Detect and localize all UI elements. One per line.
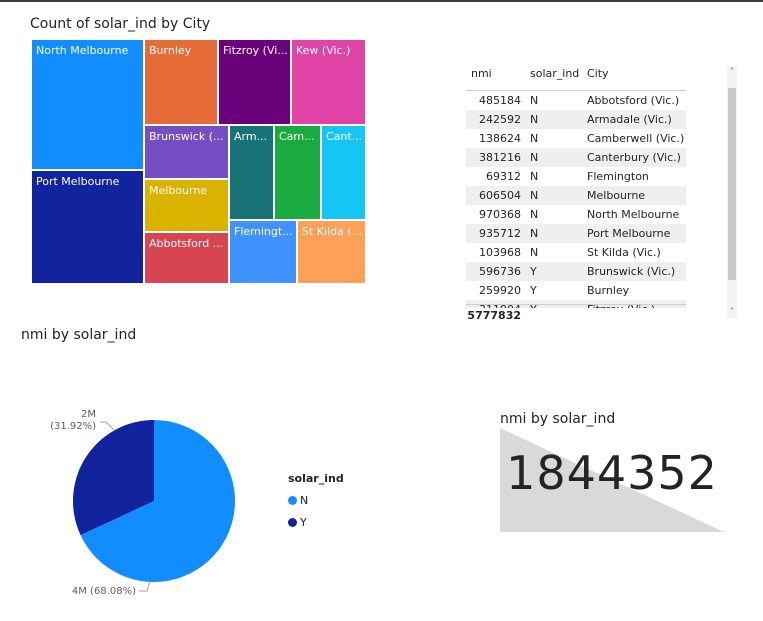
scroll-up-icon[interactable]: ˄	[727, 66, 737, 78]
table-row[interactable]: 69312 N Flemington	[466, 167, 686, 186]
table-row[interactable]: 381216 N Canterbury (Vic.)	[466, 148, 686, 167]
legend-label-y: Y	[300, 515, 307, 529]
kpi-card[interactable]: 1844352	[500, 428, 724, 532]
treemap-tile[interactable]: Kew (Vic.)	[291, 39, 366, 125]
cell-solar-ind: N	[530, 246, 539, 259]
table-row[interactable]: 596736 Y Brunswick (Vic.)	[466, 262, 686, 281]
table-row[interactable]: 606504 N Melbourne	[466, 186, 686, 205]
table-row[interactable]: 485184 N Abbotsford (Vic.)	[466, 91, 686, 110]
pie-legend: solar_ind N Y	[288, 472, 344, 533]
data-table[interactable]: nmi solar_ind City 485184 N Abbotsford (Vi…	[466, 60, 686, 326]
cell-city: Melbourne	[587, 189, 646, 202]
cell-city: St Kilda (Vic.)	[587, 246, 661, 259]
pie-data-label-y: 2M (31.92%)	[50, 409, 96, 432]
pie-leader-line-n	[139, 580, 151, 592]
table-scrollbar[interactable]: ˄ ˅	[727, 66, 737, 318]
cell-solar-ind: N	[530, 151, 539, 164]
cell-city: Brunswick (Vic.)	[587, 265, 676, 278]
cell-solar-ind: Y	[530, 265, 537, 278]
legend-item-y[interactable]: Y	[288, 511, 344, 533]
legend-dot-n-icon	[288, 495, 297, 505]
cell-nmi: 259920	[479, 284, 521, 297]
treemap-tile[interactable]: Brunswick (...	[144, 125, 229, 179]
treemap-tile[interactable]: Abbotsford ...	[144, 232, 229, 284]
column-header-nmi[interactable]: nmi	[471, 67, 492, 80]
table-row[interactable]: 259920 Y Burnley	[466, 281, 686, 300]
pie-chart-title: nmi by solar_ind	[21, 327, 137, 343]
cell-nmi: 381216	[479, 151, 521, 164]
cell-nmi: 242592	[479, 113, 521, 126]
treemap-tile[interactable]: Port Melbourne	[31, 170, 144, 284]
treemap-visual[interactable]: North Melbourne Port Melbourne Burnley F…	[31, 39, 366, 284]
scrollbar-thumb[interactable]	[728, 88, 736, 280]
treemap-tile[interactable]: Fitzroy (Vi...	[218, 39, 291, 125]
table-header: nmi solar_ind City	[466, 60, 686, 91]
cell-city: Flemington	[587, 170, 649, 183]
cell-city: Canterbury (Vic.)	[587, 151, 681, 164]
cell-solar-ind: N	[530, 208, 539, 221]
cell-nmi: 606504	[479, 189, 521, 202]
scroll-down-icon[interactable]: ˅	[727, 306, 737, 318]
cell-nmi: 69312	[486, 170, 521, 183]
card-value: 1844352	[506, 446, 718, 500]
legend-label-n: N	[300, 493, 309, 507]
table-total-value: 5777832	[467, 309, 521, 322]
column-header-city[interactable]: City	[587, 67, 609, 80]
top-border	[0, 0, 763, 2]
cell-city: Armadale (Vic.)	[587, 113, 672, 126]
legend-dot-y-icon	[288, 517, 297, 527]
treemap-tile[interactable]: St Kilda (...	[297, 220, 366, 284]
cell-nmi: 138624	[479, 132, 521, 145]
legend-item-n[interactable]: N	[288, 489, 344, 511]
treemap-tile[interactable]: Cant...	[321, 125, 366, 220]
table-row[interactable]: 970368 N North Melbourne	[466, 205, 686, 224]
cell-city: Port Melbourne	[587, 227, 671, 240]
column-header-solar-ind[interactable]: solar_ind	[530, 67, 579, 80]
table-row[interactable]: 242592 N Armadale (Vic.)	[466, 110, 686, 129]
treemap-tile[interactable]: Arm...	[229, 125, 274, 220]
table-row[interactable]: 138624 N Camberwell (Vic.)	[466, 129, 686, 148]
cell-city: Camberwell (Vic.)	[587, 132, 685, 145]
pie-chart[interactable]: 2M (31.92%) 4M (68.08%)	[40, 400, 280, 610]
cell-nmi: 485184	[479, 94, 521, 107]
treemap-tile[interactable]: Melbourne	[144, 179, 229, 232]
cell-solar-ind: N	[530, 227, 539, 240]
cell-solar-ind: Y	[530, 284, 537, 297]
cell-solar-ind: N	[530, 94, 539, 107]
pie-data-label-n: 4M (68.08%)	[71, 586, 136, 597]
cell-solar-ind: N	[530, 113, 539, 126]
table-row[interactable]: 103968 N St Kilda (Vic.)	[466, 243, 686, 262]
cell-solar-ind: N	[530, 170, 539, 183]
cell-nmi: 935712	[479, 227, 521, 240]
cell-city: North Melbourne	[587, 208, 680, 221]
table-row[interactable]: 935712 N Port Melbourne	[466, 224, 686, 243]
cell-nmi: 103968	[479, 246, 521, 259]
treemap-tile[interactable]: Flemingt...	[229, 220, 297, 284]
treemap-tile[interactable]: Burnley	[144, 39, 218, 125]
cell-solar-ind: N	[530, 189, 539, 202]
cell-nmi: 596736	[479, 265, 521, 278]
cell-city: Abbotsford (Vic.)	[587, 94, 680, 107]
cell-nmi: 970368	[479, 208, 521, 221]
treemap-tile[interactable]: Cam...	[274, 125, 321, 220]
treemap-tile[interactable]: North Melbourne	[31, 39, 144, 170]
cell-city: Burnley	[587, 284, 630, 297]
treemap-title: Count of solar_ind by City	[30, 16, 211, 32]
legend-title: solar_ind	[288, 472, 344, 485]
pie-leader-line-y	[100, 421, 115, 431]
cell-solar-ind: N	[530, 132, 539, 145]
card-title: nmi by solar_ind	[500, 411, 616, 427]
table-total-row: 5777832	[466, 304, 686, 322]
